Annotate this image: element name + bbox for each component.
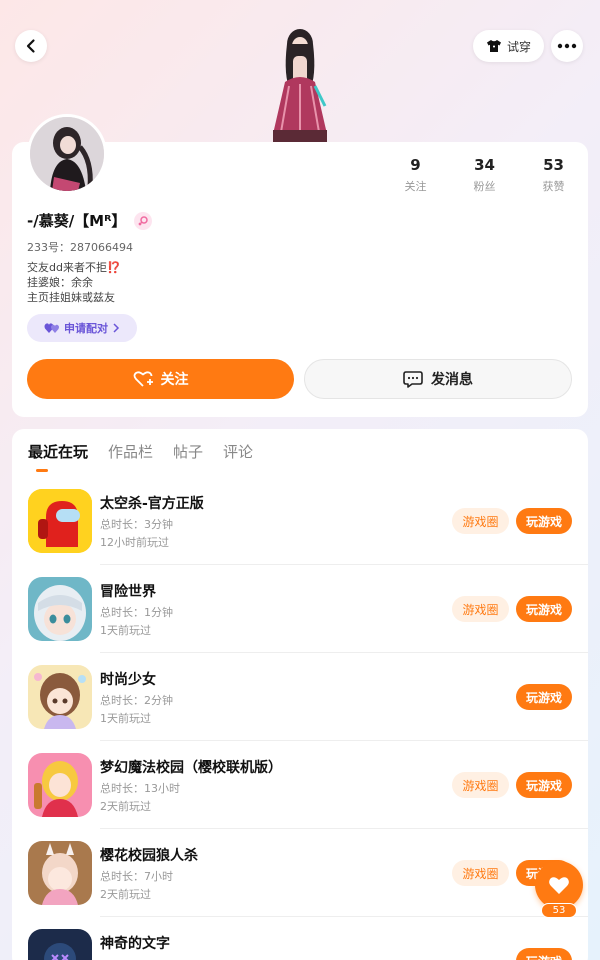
more-button[interactable]: [551, 30, 583, 62]
game-row[interactable]: 梦幻魔法校园（樱校联机版） 总时长：13小时 2天前玩过 游戏圈 玩游戏: [12, 741, 588, 829]
follow-label: 关注: [160, 372, 189, 388]
game-duration: 总时长：3分钟: [100, 518, 173, 531]
stat-likes[interactable]: 53 获赞: [519, 156, 588, 194]
heart-icon: [549, 877, 569, 894]
game-last-played: 1天前玩过: [100, 712, 151, 725]
like-button[interactable]: [535, 861, 583, 909]
game-row[interactable]: 神奇的文字 玩游戏: [12, 917, 588, 960]
chevron-right-icon: [113, 323, 120, 333]
play-game-button[interactable]: 玩游戏: [516, 684, 572, 710]
game-title: 太空杀-官方正版: [100, 496, 204, 512]
bio: 交友dd来者不拒⁉️ 挂婆娘：余余 主页挂姐妹或兹友: [27, 260, 121, 305]
avatar-3d-figure: [273, 29, 327, 144]
apply-pair-button[interactable]: 申请配对: [27, 314, 137, 342]
follow-button[interactable]: 关注: [27, 359, 294, 399]
game-row[interactable]: 太空杀-官方正版 总时长：3分钟 12小时前玩过 游戏圈 玩游戏: [12, 477, 588, 565]
tab-comments[interactable]: 评论: [223, 441, 253, 471]
game-duration: 总时长：2分钟: [100, 694, 173, 707]
add-heart-icon: [133, 371, 153, 387]
stat-following[interactable]: 9 关注: [381, 156, 450, 194]
game-icon-magic-school: [28, 753, 92, 817]
game-row[interactable]: 时尚少女 总时长：2分钟 1天前玩过 玩游戏: [12, 653, 588, 741]
game-duration: 总时长：1分钟: [100, 606, 173, 619]
stats-bar: 9 关注 34 粉丝 53 获赞: [381, 156, 588, 194]
send-message-button[interactable]: 发消息: [304, 359, 572, 399]
stat-number: 34: [474, 156, 495, 174]
game-icon-fashion-girl: [28, 665, 92, 729]
game-circle-button[interactable]: 游戏圈: [452, 596, 509, 622]
try-on-label: 试穿: [506, 39, 531, 54]
like-count-badge: 53: [541, 903, 577, 918]
game-circle-button[interactable]: 游戏圈: [452, 860, 509, 886]
more-dots-icon: [557, 43, 577, 49]
game-icon-adventure-world: [28, 577, 92, 641]
tab-works[interactable]: 作品栏: [108, 441, 153, 471]
game-last-played: 1天前玩过: [100, 624, 151, 637]
game-icon-sakura-werewolf: [28, 841, 92, 905]
double-heart-icon: [44, 323, 60, 333]
profile-tabs: 最近在玩 作品栏 帖子 评论: [28, 441, 253, 471]
apply-pair-label: 申请配对: [64, 322, 108, 335]
stat-number: 9: [410, 156, 421, 174]
tab-posts[interactable]: 帖子: [173, 441, 203, 471]
active-tab-indicator: [36, 469, 48, 472]
game-circle-button[interactable]: 游戏圈: [452, 772, 509, 798]
avatar[interactable]: [27, 114, 107, 194]
stat-label: 获赞: [542, 180, 565, 193]
game-last-played: 2天前玩过: [100, 888, 151, 901]
stat-label: 关注: [404, 180, 427, 193]
chat-bubble-icon: [403, 371, 423, 388]
game-row[interactable]: 樱花校园狼人杀 总时长：7小时 2天前玩过 游戏圈 玩游戏: [12, 829, 588, 917]
female-gender-icon: [134, 211, 153, 230]
try-on-button[interactable]: 试穿: [473, 30, 544, 62]
game-title: 梦幻魔法校园（樱校联机版）: [100, 760, 282, 776]
game-title: 樱花校园狼人杀: [100, 848, 198, 864]
stat-fans[interactable]: 34 粉丝: [450, 156, 519, 194]
game-circle-button[interactable]: 游戏圈: [452, 508, 509, 534]
nickname-row: -/慕葵/【Mᴿ】: [27, 210, 153, 231]
game-last-played: 2天前玩过: [100, 800, 151, 813]
tab-recently-played[interactable]: 最近在玩: [28, 441, 88, 471]
game-row[interactable]: 冒险世界 总时长：1分钟 1天前玩过 游戏圈 玩游戏: [12, 565, 588, 653]
game-last-played: 12小时前玩过: [100, 536, 169, 549]
bio-line: 挂婆娘：余余: [27, 276, 93, 289]
play-game-button[interactable]: 玩游戏: [516, 948, 572, 960]
play-game-button[interactable]: 玩游戏: [516, 508, 572, 534]
stat-label: 粉丝: [473, 180, 496, 193]
nickname: -/慕葵/【Mᴿ】: [27, 212, 127, 230]
bio-line: 主页挂姐妹或兹友: [27, 291, 115, 304]
game-title: 神奇的文字: [100, 936, 170, 952]
play-game-button[interactable]: 玩游戏: [516, 772, 572, 798]
avatar-image: [30, 117, 104, 191]
game-title: 时尚少女: [100, 672, 156, 688]
back-button[interactable]: [15, 30, 47, 62]
profile-card: 9 关注 34 粉丝 53 获赞 -/慕葵/【Mᴿ】 233号：28706649…: [12, 114, 588, 417]
game-title: 冒险世界: [100, 584, 156, 600]
game-duration: 总时长：13小时: [100, 782, 180, 795]
play-game-button[interactable]: 玩游戏: [516, 596, 572, 622]
game-icon-among-us: [28, 489, 92, 553]
chevron-left-icon: [26, 39, 35, 53]
user-id: 233号：287066494: [27, 241, 133, 254]
recent-games-card: 最近在玩 作品栏 帖子 评论 太空杀-官方正版 总时长：3分钟 12小时前玩过 …: [12, 429, 588, 960]
game-duration: 总时长：7小时: [100, 870, 173, 883]
game-icon-magic-text: [28, 929, 92, 960]
send-message-label: 发消息: [431, 372, 473, 388]
bio-line: 交友dd来者不拒⁉️: [27, 261, 121, 274]
stat-number: 53: [543, 156, 564, 174]
tshirt-icon: [486, 40, 501, 52]
